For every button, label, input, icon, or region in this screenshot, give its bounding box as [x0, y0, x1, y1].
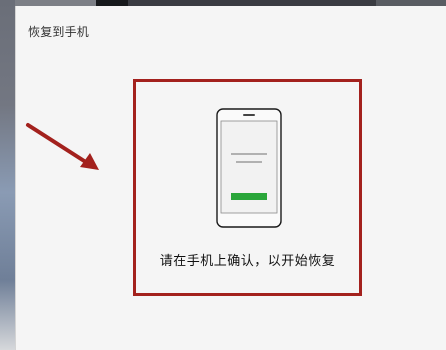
dialog-title: 恢复到手机 — [28, 25, 90, 39]
background-desktop-edge — [0, 0, 15, 350]
arrow-annotation-icon — [26, 123, 99, 170]
screen: 恢复到手机 请在手机上确认，以开始恢复 — [0, 0, 446, 350]
confirm-on-phone-message: 请在手机上确认，以开始恢复 — [159, 254, 336, 269]
phone-icon — [216, 108, 282, 228]
